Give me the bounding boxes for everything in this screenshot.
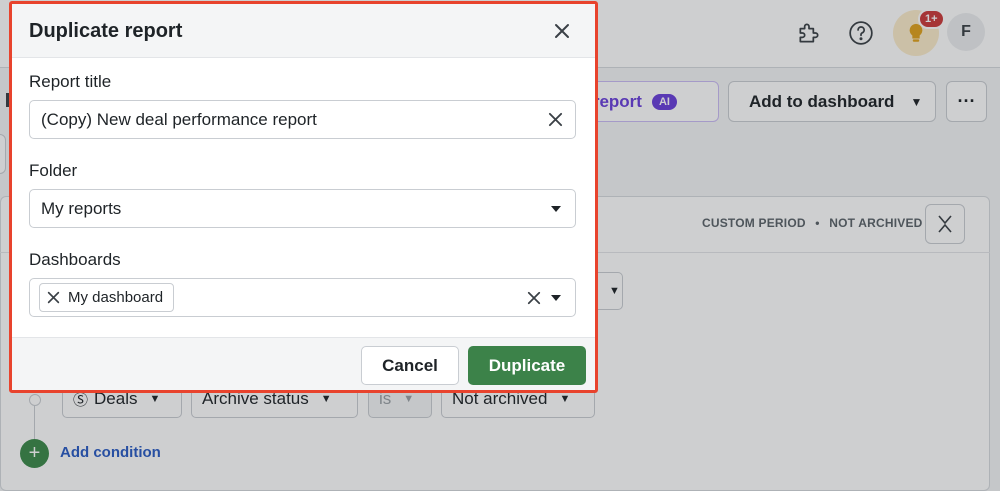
- cancel-button[interactable]: Cancel: [361, 346, 459, 385]
- remove-chip-icon[interactable]: [47, 291, 60, 304]
- dashboards-multiselect[interactable]: My dashboard: [29, 278, 576, 317]
- clear-icon[interactable]: [548, 101, 563, 138]
- clear-all-icon[interactable]: [527, 279, 541, 316]
- folder-value: My reports: [41, 198, 122, 218]
- close-icon[interactable]: [550, 19, 574, 43]
- dashboards-label: Dashboards: [29, 250, 121, 269]
- dashboard-chip: My dashboard: [39, 283, 175, 312]
- dialog-title: Duplicate report: [29, 20, 183, 42]
- dialog-footer: Cancel Duplicate: [12, 337, 595, 390]
- report-title-label: Report title: [29, 72, 112, 91]
- dashboard-chip-label: My dashboard: [68, 289, 164, 306]
- report-title-value: (Copy) New deal performance report: [41, 109, 317, 129]
- folder-label: Folder: [29, 161, 78, 180]
- dialog-header: Duplicate report: [12, 4, 595, 58]
- caret-down-icon: [550, 190, 562, 227]
- report-title-field[interactable]: (Copy) New deal performance report: [29, 100, 576, 139]
- duplicate-button[interactable]: Duplicate: [468, 346, 586, 385]
- duplicate-report-dialog: Duplicate report Report title (Copy) New…: [9, 1, 598, 393]
- caret-down-icon: [550, 279, 562, 316]
- folder-select[interactable]: My reports: [29, 189, 576, 228]
